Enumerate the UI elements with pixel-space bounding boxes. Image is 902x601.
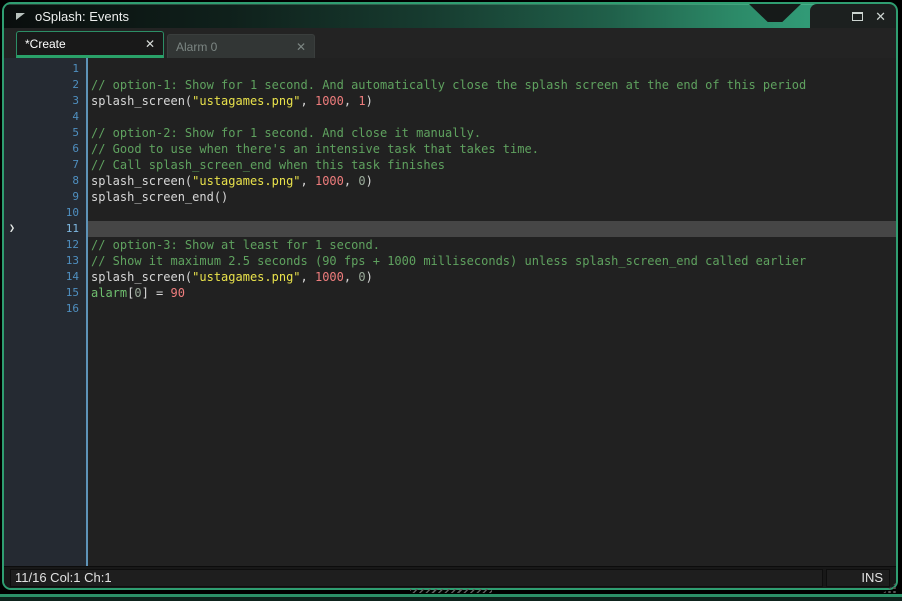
line-number[interactable]: ❯ 11 <box>4 221 86 237</box>
line-number[interactable]: 5 <box>4 125 86 141</box>
code-token-zero: 0 <box>358 270 366 284</box>
line-number[interactable]: 1 <box>4 61 86 77</box>
splitter-grip[interactable] <box>410 589 492 593</box>
tab-bar: *Create ✕ Alarm 0 ✕ <box>4 28 896 58</box>
gutter: 1 2 3 4 5 6 7 8 9 10 ❯ 11 12 13 14 15 16 <box>4 58 88 566</box>
code-token-plain: ] = <box>141 286 171 300</box>
code-line[interactable] <box>88 221 896 237</box>
code-token-plain: , <box>343 174 359 188</box>
code-line[interactable] <box>88 205 896 221</box>
line-number[interactable]: 9 <box>4 189 86 205</box>
code-token-plain: splash_screen( <box>91 270 193 284</box>
tab-alarm0[interactable]: Alarm 0 ✕ <box>167 34 315 58</box>
maximize-button[interactable] <box>852 11 864 21</box>
window-title: oSplash: Events <box>35 8 129 24</box>
code-line[interactable]: // option-3: Show at least for 1 second. <box>88 237 896 253</box>
tab-close-icon[interactable]: ✕ <box>145 38 155 50</box>
code-token-zero: 0 <box>358 174 366 188</box>
code-line[interactable] <box>88 61 896 77</box>
status-insert-mode: INS <box>826 568 890 587</box>
code-token-number: 1000 <box>314 94 344 108</box>
tab-close-icon[interactable]: ✕ <box>296 41 306 53</box>
code-line[interactable]: // option-2: Show for 1 second. And clos… <box>88 125 896 141</box>
code-line[interactable]: alarm[0] = 90 <box>88 285 896 301</box>
code-token-number: 1 <box>358 94 366 108</box>
code-token-comment: // option-3: Show at least for 1 second. <box>91 238 380 252</box>
collapse-triangle-icon[interactable] <box>16 12 25 20</box>
close-button[interactable]: ✕ <box>875 10 886 23</box>
line-number[interactable]: 14 <box>4 269 86 285</box>
tab-label: Alarm 0 <box>176 39 218 54</box>
tab-create[interactable]: *Create ✕ <box>16 31 164 58</box>
code-token-comment: // Show it maximum 2.5 seconds (90 fps +… <box>91 254 807 268</box>
code-token-builtin: alarm <box>91 286 128 300</box>
line-number[interactable]: 4 <box>4 109 86 125</box>
code-line[interactable]: splash_screen("ustagames.png", 1000, 1) <box>88 93 896 109</box>
code-token-plain: ) <box>365 94 373 108</box>
line-number[interactable]: 16 <box>4 301 86 317</box>
code-token-plain: , <box>300 174 315 188</box>
line-number[interactable]: 6 <box>4 141 86 157</box>
code-token-string: "ustagames.png" <box>192 174 301 188</box>
code-line[interactable]: // option-1: Show for 1 second. And auto… <box>88 77 896 93</box>
code-token-plain: , <box>343 270 359 284</box>
code-token-plain: ) <box>365 270 373 284</box>
code-editor: 1 2 3 4 5 6 7 8 9 10 ❯ 11 12 13 14 15 16 // option-1: Sh… <box>4 58 896 566</box>
titlebar-notch <box>749 4 801 22</box>
code-token-string: "ustagames.png" <box>192 94 301 108</box>
code-line[interactable]: splash_screen("ustagames.png", 1000, 0) <box>88 173 896 189</box>
code-line[interactable] <box>88 301 896 317</box>
line-number[interactable]: 3 <box>4 93 86 109</box>
code-token-comment: // Call splash_screen_end when this task… <box>91 158 446 172</box>
code-token-plain: , <box>343 94 359 108</box>
code-editor-window: oSplash: Events ✕ *Create ✕ Alarm 0 ✕ 12… <box>2 2 898 590</box>
status-caret-position: 11/16 Col:1 Ch:1 <box>10 568 823 587</box>
code-token-number: 1000 <box>314 174 344 188</box>
status-bar: 11/16 Col:1 Ch:1 INS <box>4 566 896 588</box>
code-line[interactable]: splash_screen("ustagames.png", 1000, 0) <box>88 269 896 285</box>
code-token-number: 90 <box>170 286 185 300</box>
code-token-number: 1000 <box>314 270 344 284</box>
code-token-comment: // option-1: Show for 1 second. And auto… <box>91 78 807 92</box>
code-line[interactable]: // Good to use when there's an intensive… <box>88 141 896 157</box>
code-token-plain: splash_screen( <box>91 94 193 108</box>
line-number[interactable]: 2 <box>4 77 86 93</box>
line-number[interactable]: 12 <box>4 237 86 253</box>
code-line[interactable] <box>88 109 896 125</box>
code-token-comment: // Good to use when there's an intensive… <box>91 142 539 156</box>
window-titlebar[interactable]: oSplash: Events ✕ <box>4 4 896 28</box>
code-area[interactable]: // option-1: Show for 1 second. And auto… <box>88 58 896 566</box>
code-line[interactable]: // Show it maximum 2.5 seconds (90 fps +… <box>88 253 896 269</box>
code-line[interactable]: // Call splash_screen_end when this task… <box>88 157 896 173</box>
tab-label: *Create <box>25 36 66 51</box>
code-token-plain: , <box>300 94 315 108</box>
code-token-string: "ustagames.png" <box>192 270 301 284</box>
line-number[interactable]: 7 <box>4 157 86 173</box>
code-token-plain: splash_screen_end() <box>91 190 229 204</box>
code-line[interactable]: splash_screen_end() <box>88 189 896 205</box>
line-number[interactable]: 13 <box>4 253 86 269</box>
window-controls: ✕ <box>810 4 896 28</box>
code-token-plain: splash_screen( <box>91 174 193 188</box>
code-token-comment: // option-2: Show for 1 second. And clos… <box>91 126 482 140</box>
code-token-zero: 0 <box>134 286 142 300</box>
maximize-icon <box>852 11 864 21</box>
line-number[interactable]: 8 <box>4 173 86 189</box>
current-line-arrow-icon: ❯ <box>9 223 16 234</box>
code-token-plain: ) <box>365 174 373 188</box>
line-number[interactable]: 15 <box>4 285 86 301</box>
lower-window-edge <box>0 594 902 601</box>
line-number[interactable]: 10 <box>4 205 86 221</box>
code-token-plain: , <box>300 270 315 284</box>
